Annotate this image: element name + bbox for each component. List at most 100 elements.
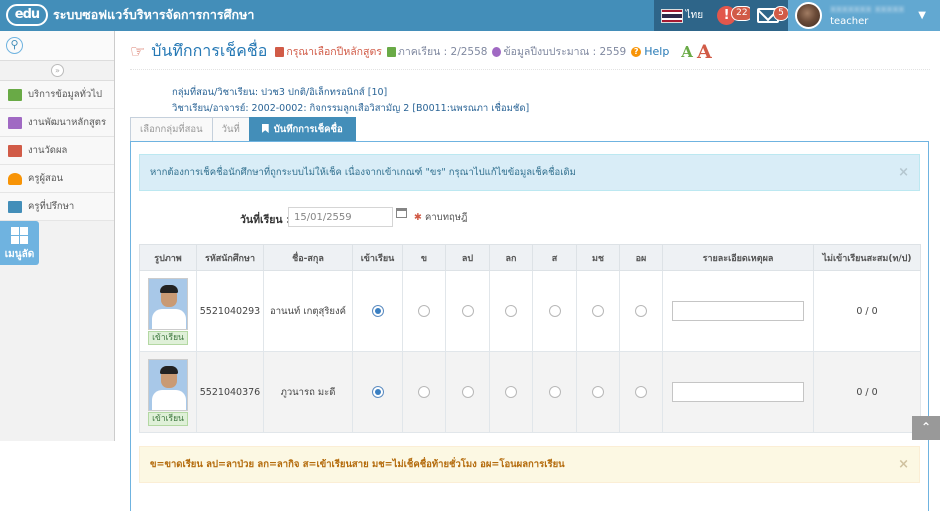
- messages-button[interactable]: 5: [750, 0, 789, 31]
- search-icon[interactable]: ⚲: [6, 37, 23, 54]
- col-reason: รายละเอียดเหตุผล: [662, 244, 814, 271]
- tab-date[interactable]: วันที่: [211, 117, 250, 141]
- col-sick-leave: ลป: [445, 244, 490, 271]
- period-label: คาบทฤษฎี: [424, 212, 468, 223]
- messages-badge: 5: [773, 6, 789, 21]
- student-photo: เข้าเรียน: [148, 277, 188, 345]
- windows-icon: [11, 227, 28, 244]
- radio-late[interactable]: [548, 305, 561, 317]
- sidebar-item-label: บริการข้อมูลทั่วไป: [28, 89, 103, 100]
- reason-cell: [662, 270, 814, 352]
- bookmark-icon: [261, 124, 269, 133]
- student-photo-image: [148, 277, 188, 330]
- sidebar-item-label: งานวัดผล: [28, 145, 68, 156]
- radio-present[interactable]: [371, 386, 384, 398]
- date-input[interactable]: [288, 207, 393, 227]
- col-late: ส: [532, 244, 577, 271]
- sidebar-item-advisor[interactable]: ครูที่ปรึกษา: [0, 193, 114, 221]
- sidebar: ⚲ » บริการข้อมูลทั่วไป งานพัฒนาหลักสูตร …: [0, 31, 115, 441]
- student-id: 5521040376: [196, 351, 264, 433]
- term-info: ภาคเรียน : 2/2558: [386, 43, 487, 60]
- transfer-cell: [619, 351, 663, 433]
- page-header: ☞ บันทึกการเช็คชื่อ กรุณาเลือกปีหลักสูตร…: [130, 34, 930, 70]
- page-title: บันทึกการเช็คชื่อ: [151, 41, 268, 60]
- tab-select-group[interactable]: เลือกกลุ่มที่สอน: [130, 117, 213, 141]
- scroll-to-top-button[interactable]: ⌃: [912, 416, 940, 440]
- photo-cell: เข้าเรียน: [139, 270, 197, 352]
- sidebar-item-teacher[interactable]: ครูผู้สอน: [0, 165, 114, 193]
- user-info: xxxxxxx xxxxx teacher: [830, 4, 904, 28]
- language-switch[interactable]: ไทย: [653, 0, 711, 31]
- tab-attendance[interactable]: บันทึกการเช็คชื่อ: [248, 117, 356, 141]
- help-link[interactable]: ? Help: [631, 45, 669, 58]
- present-cell: [352, 351, 403, 433]
- navbar-right: ไทย ! 22 5 xxxxxxx xxxxx teacher ▼: [653, 0, 940, 31]
- student-photo-image: [148, 358, 188, 411]
- close-icon[interactable]: ×: [898, 447, 909, 482]
- reason-input[interactable]: [672, 382, 804, 402]
- date-label: วันที่เรียน :: [240, 214, 291, 226]
- sidebar-item-general[interactable]: บริการข้อมูลทั่วไป: [0, 81, 114, 109]
- close-icon[interactable]: ×: [898, 155, 909, 190]
- app-logo: edu: [6, 4, 48, 26]
- app-title: ระบบซอฟแวร์บริหารจัดการการศึกษา: [53, 7, 255, 22]
- laptop-icon: [8, 200, 22, 213]
- subject-teacher-info: วิชาเรียน/อาจารย์: 2002-0002: กิจกรรมลูก…: [172, 103, 530, 114]
- radio-sick-leave[interactable]: [461, 305, 474, 317]
- hand-pointer-icon: ☞: [130, 41, 146, 62]
- calendar-icon[interactable]: [396, 208, 407, 218]
- radio-personal-leave[interactable]: [505, 305, 517, 317]
- budget-label: ข้อมูลปีงบประมาณ : 2559: [503, 46, 627, 58]
- chart-icon: [8, 144, 22, 157]
- reason-input[interactable]: [672, 301, 804, 321]
- col-name: ชื่อ-สกุล: [263, 244, 353, 271]
- avatar: [795, 2, 823, 29]
- sidebar-item-evaluation[interactable]: งานวัดผล: [0, 137, 114, 165]
- radio-late[interactable]: [548, 386, 561, 398]
- course-selector[interactable]: กรุณาเลือกปีหลักสูตร: [275, 43, 382, 60]
- radio-absent[interactable]: [418, 305, 430, 317]
- brand[interactable]: edu ระบบซอฟแวร์บริหารจัดการการศึกษา: [6, 3, 254, 27]
- col-present: เข้าเรียน: [352, 244, 403, 271]
- user-icon: [8, 172, 22, 185]
- user-role: teacher: [830, 15, 869, 27]
- radio-not-checked[interactable]: [592, 305, 604, 317]
- book-icon: [8, 116, 22, 129]
- radio-transfer[interactable]: [635, 305, 647, 317]
- radio-personal-leave[interactable]: [505, 386, 517, 398]
- caret-down-icon: ▼: [918, 10, 926, 21]
- sidebar-collapse-bar: »: [0, 61, 114, 81]
- help-label: Help: [644, 45, 670, 58]
- table-row: เข้าเรียน 5521040376 ภูวนารถ มะดี 0 / 0: [139, 351, 921, 433]
- sidebar-item-label: ครูที่ปรึกษา: [28, 201, 75, 212]
- attendance-table: รูปภาพ รหัสนักศึกษา ชื่อ-สกุล เข้าเรียน …: [139, 244, 921, 433]
- shortcut-menu-label: เมนูลัด: [4, 249, 35, 260]
- info-alert: หากต้องการเช็คชื่อนักศึกษาที่ถูกระบบไม่ใ…: [139, 154, 920, 191]
- col-absent: ข: [402, 244, 446, 271]
- top-navbar: edu ระบบซอฟแวร์บริหารจัดการการศึกษา ไทย …: [0, 0, 940, 31]
- student-photo: เข้าเรียน: [148, 358, 188, 426]
- user-name: xxxxxxx xxxxx: [830, 3, 905, 15]
- budget-info: ข้อมูลปีงบประมาณ : 2559: [492, 43, 626, 60]
- status-badge: เข้าเรียน: [148, 330, 188, 345]
- shortcut-menu-tile[interactable]: เมนูลัด: [0, 221, 39, 265]
- personal-cell: [489, 351, 533, 433]
- double-chevron-icon[interactable]: »: [51, 64, 64, 77]
- alerts-button[interactable]: ! 22: [710, 0, 753, 31]
- user-menu[interactable]: xxxxxxx xxxxx teacher ▼: [788, 0, 940, 31]
- font-size-small-button[interactable]: A: [681, 43, 693, 61]
- radio-present[interactable]: [371, 305, 384, 317]
- tab-attendance-label: บันทึกการเช็คชื่อ: [273, 124, 343, 135]
- sidebar-item-curriculum[interactable]: งานพัฒนาหลักสูตร: [0, 109, 114, 137]
- transfer-cell: [619, 270, 663, 352]
- accumulated-absence: 0 / 0: [813, 351, 921, 433]
- student-name: ภูวนารถ มะดี: [263, 351, 353, 433]
- radio-absent[interactable]: [418, 386, 430, 398]
- period-type: ✱ คาบทฤษฎี: [414, 210, 467, 225]
- font-size-large-button[interactable]: A: [697, 41, 712, 63]
- radio-sick-leave[interactable]: [461, 386, 474, 398]
- col-not-checked: มช: [576, 244, 620, 271]
- radio-transfer[interactable]: [635, 386, 647, 398]
- radio-not-checked[interactable]: [592, 386, 604, 398]
- sidebar-item-label: ครูผู้สอน: [28, 173, 64, 184]
